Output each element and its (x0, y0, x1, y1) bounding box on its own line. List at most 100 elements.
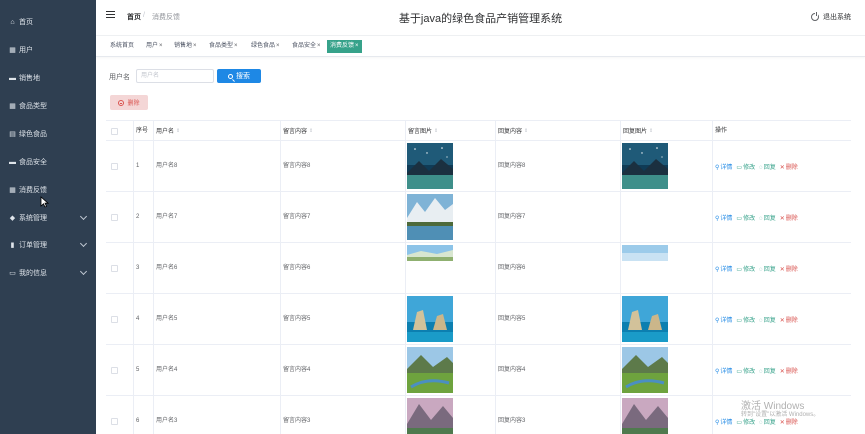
location-icon: ◆ (9, 214, 16, 222)
tab-tag[interactable]: 销售地× (172, 40, 199, 53)
table-row: 2 用户名7 留言内容7 回复内容7 ⚲详情 ▭修改 ◌回复 ✕删除 (106, 192, 851, 243)
action-update[interactable]: ▭修改 (736, 162, 755, 171)
select-all-checkbox[interactable] (111, 128, 118, 135)
sidebar-item[interactable]: ▬ 销售地 (0, 64, 96, 92)
action-reply[interactable]: ◌回复 (759, 366, 776, 375)
action-del[interactable]: ✕删除 (780, 366, 798, 375)
message-image[interactable] (407, 194, 453, 240)
tab-tag[interactable]: 食品安全× (290, 40, 323, 53)
sidebar-item[interactable]: ▦ 食品类型 (0, 92, 96, 120)
sidebar-item[interactable]: ▮ 订单管理 (0, 231, 96, 259)
row-checkbox[interactable] (111, 163, 118, 170)
sidebar-item-label: 食品安全 (19, 159, 47, 166)
cell-index: 6 (133, 396, 153, 434)
action-update[interactable]: ▭修改 (736, 315, 755, 324)
edit-icon: ▭ (736, 216, 743, 222)
action-del[interactable]: ✕删除 (780, 162, 798, 171)
logout-button[interactable]: 退出系统 (811, 12, 851, 22)
action-detail[interactable]: ⚲详情 (715, 315, 732, 324)
sidebar-item[interactable]: ▭ 我的信息 (0, 259, 96, 287)
close-icon[interactable]: × (234, 43, 238, 49)
row-checkbox[interactable] (111, 418, 118, 425)
tab-tag[interactable]: 用户× (144, 40, 165, 53)
action-detail[interactable]: ⚲详情 (715, 162, 732, 171)
sidebar-item[interactable]: ▦ 用户 (0, 36, 96, 64)
action-detail[interactable]: ⚲详情 (715, 366, 732, 375)
action-del[interactable]: ✕删除 (780, 417, 798, 426)
sort-icon[interactable]: ⇕ (309, 121, 313, 142)
action-del[interactable]: ✕删除 (780, 213, 798, 222)
message-image[interactable] (407, 296, 453, 342)
close-icon[interactable]: × (193, 43, 197, 49)
view-icon: ⚲ (715, 267, 720, 273)
row-checkbox[interactable] (111, 316, 118, 323)
message-image[interactable] (407, 245, 453, 261)
action-update[interactable]: ▭修改 (736, 366, 755, 375)
sidebar-item[interactable]: ▤ 绿色食品 (0, 120, 96, 148)
table-row: 1 用户名8 留言内容8 回复内容8 ⚲详情 ▭修改 ◌回复 ✕删除 (106, 141, 851, 192)
row-checkbox[interactable] (111, 214, 118, 221)
close-icon[interactable]: × (276, 43, 280, 49)
close-icon[interactable]: × (317, 43, 321, 49)
column-header[interactable]: 用户名 ⇕ (153, 121, 280, 142)
action-update[interactable]: ▭修改 (736, 213, 755, 222)
sort-icon[interactable]: ⇕ (434, 121, 438, 142)
action-reply[interactable]: ◌回复 (759, 315, 776, 324)
close-icon[interactable]: × (159, 43, 163, 49)
column-header-label: 操作 (715, 128, 728, 134)
column-header[interactable]: 回复图片 ⇕ (620, 121, 712, 142)
row-actions: ⚲详情 ▭修改 ◌回复 ✕删除 (715, 141, 802, 192)
row-checkbox[interactable] (111, 367, 118, 374)
reply-image[interactable] (622, 143, 668, 189)
reply-image[interactable] (622, 245, 668, 261)
action-update[interactable]: ▭修改 (736, 264, 755, 273)
batch-delete-button[interactable]: 删除 (110, 95, 148, 110)
column-header[interactable]: 留言内容 ⇕ (280, 121, 405, 142)
column-header-label: 序号 (136, 128, 149, 134)
reply-image[interactable] (622, 398, 668, 434)
reply-image[interactable] (622, 296, 668, 342)
action-reply[interactable]: ◌回复 (759, 162, 776, 171)
tab-tag[interactable]: 消费反馈× (327, 40, 362, 53)
action-del[interactable]: ✕删除 (780, 315, 798, 324)
action-reply[interactable]: ◌回复 (759, 417, 776, 426)
action-reply[interactable]: ◌回复 (759, 264, 776, 273)
action-detail[interactable]: ⚲详情 (715, 417, 732, 426)
action-label: 回复 (763, 369, 776, 375)
cell-username: 用户名6 (153, 243, 280, 294)
row-actions: ⚲详情 ▭修改 ◌回复 ✕删除 (715, 345, 802, 396)
message-image[interactable] (407, 143, 453, 189)
message-image[interactable] (407, 347, 453, 393)
column-header[interactable]: 回复内容 ⇕ (495, 121, 620, 142)
column-header[interactable]: 留言图片 ⇕ (405, 121, 495, 142)
chart-icon: ▮ (10, 241, 15, 249)
action-detail[interactable]: ⚲详情 (715, 213, 732, 222)
column-header-label: 留言图片 (408, 129, 433, 136)
search-input[interactable] (136, 69, 214, 83)
action-del[interactable]: ✕删除 (780, 264, 798, 273)
action-update[interactable]: ▭修改 (736, 417, 755, 426)
action-reply[interactable]: ◌回复 (759, 213, 776, 222)
tab-tag[interactable]: 系统首页 (108, 40, 136, 53)
sort-icon[interactable]: ⇕ (524, 121, 528, 142)
tab-tag[interactable]: 绿色食品× (249, 40, 282, 53)
action-label: 详情 (720, 420, 733, 426)
sort-icon[interactable]: ⇕ (649, 121, 653, 142)
sidebar-item-label: 订单管理 (19, 242, 47, 249)
message-image[interactable] (407, 398, 453, 434)
sidebar-item[interactable]: ◆ 系统管理 (0, 204, 96, 232)
chevron-down-icon (79, 239, 88, 248)
sidebar-item[interactable]: ▬ 食品安全 (0, 148, 96, 176)
reply-image[interactable] (622, 347, 668, 393)
tab-tag[interactable]: 食品类型× (207, 40, 240, 53)
sidebar-item[interactable]: ⌂ 首页 (0, 8, 96, 36)
delete-icon: ✕ (779, 369, 785, 375)
close-icon[interactable]: × (355, 43, 359, 49)
search-button[interactable]: 搜索 (217, 69, 261, 83)
row-checkbox[interactable] (111, 265, 118, 272)
sort-icon[interactable]: ⇕ (176, 121, 180, 142)
action-detail[interactable]: ⚲详情 (715, 264, 732, 273)
reply-icon: ◌ (759, 369, 763, 375)
cell-username: 用户名7 (153, 192, 280, 243)
cell-index: 4 (133, 294, 153, 345)
